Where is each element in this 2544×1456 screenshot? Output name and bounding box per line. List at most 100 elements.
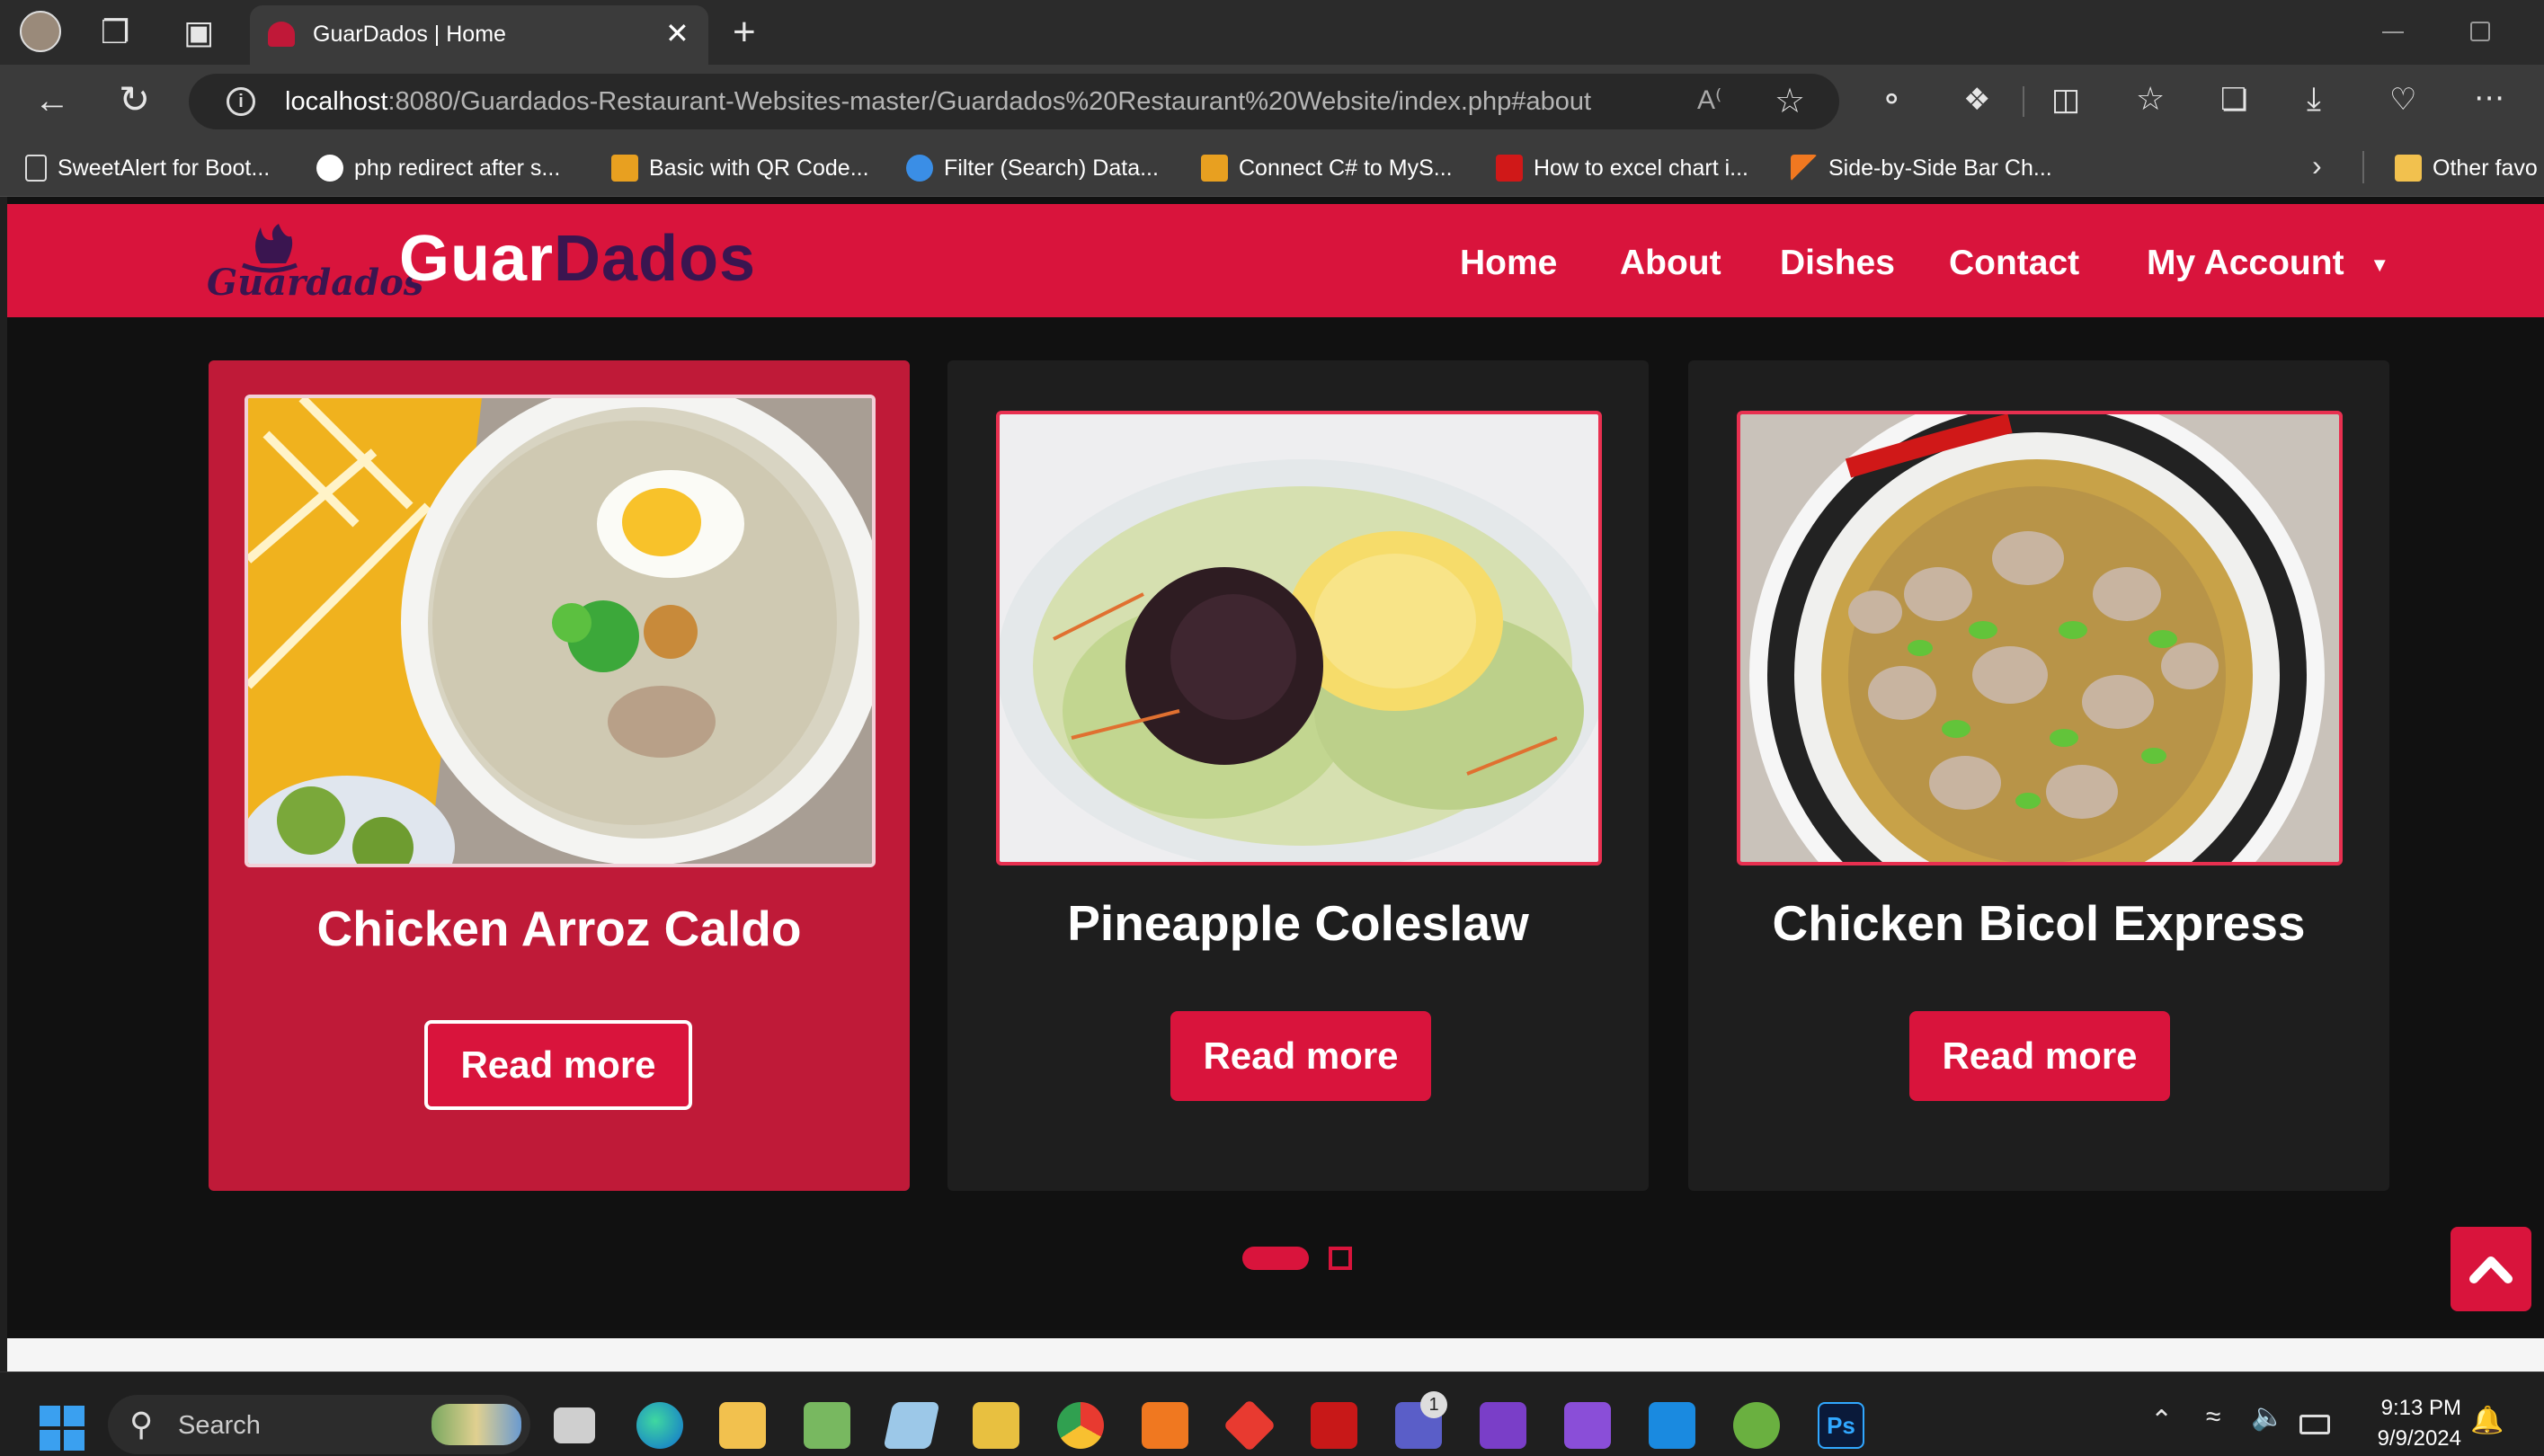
file-explorer-icon[interactable] (719, 1402, 766, 1449)
extensions-icon[interactable]: ❖ (1963, 84, 1990, 115)
new-tab-icon[interactable]: + (733, 13, 756, 52)
brand-name[interactable]: GuarDados (399, 222, 756, 296)
copilot-icon[interactable]: ⚬ (1879, 84, 1905, 115)
favorite-star-icon[interactable]: ☆ (1775, 81, 1805, 121)
browser-tab-bar: ❐ ▣ GuarDados | Home ✕ + (0, 0, 2544, 65)
bookmark-site-icon (1201, 155, 1228, 182)
read-more-button[interactable]: Read more (424, 1020, 692, 1110)
chevron-up-icon[interactable]: ⌃ (2150, 1407, 2173, 1434)
chrome-icon[interactable] (1057, 1402, 1104, 1449)
bookmark-item[interactable]: php redirect after s... (316, 153, 560, 183)
collections-icon[interactable]: ❏ (2220, 84, 2247, 115)
bookmark-item[interactable]: Connect C# to MyS... (1201, 153, 1453, 183)
carousel-dot[interactable] (1329, 1247, 1352, 1270)
other-favorites-folder[interactable]: Other favo (2395, 153, 2538, 183)
page-footer-strip (7, 1338, 2544, 1372)
photoshop-icon[interactable]: Ps (1818, 1402, 1864, 1449)
visual-studio-2-icon[interactable] (1564, 1402, 1611, 1449)
asp-icon (906, 155, 933, 182)
workspaces-icon[interactable]: ❐ (101, 16, 129, 49)
dish-card: Chicken Arroz Caldo Read more (209, 360, 910, 1191)
caret-down-icon: ▼ (2370, 253, 2390, 276)
dish-title: Pineapple Coleslaw (1067, 895, 1529, 951)
tab-title: GuarDados | Home (313, 22, 506, 47)
site-favicon-icon (268, 22, 295, 47)
carousel-dot-active[interactable] (1242, 1247, 1309, 1270)
bookmark-item[interactable]: Filter (Search) Data... (906, 153, 1159, 183)
bookmark-site-icon (611, 155, 638, 182)
teams-badge: 1 (1420, 1391, 1447, 1418)
restore-icon[interactable] (2470, 22, 2490, 41)
bookmark-item[interactable]: Side-by-Side Bar Ch... (1791, 153, 2052, 183)
back-icon[interactable]: ← (34, 83, 70, 119)
taskbar-search[interactable]: ⚲ Search (108, 1395, 530, 1454)
toolbar-divider (2023, 86, 2024, 117)
url-text: localhost:8080/Guardados-Restaurant-Webs… (285, 87, 1591, 117)
folder-icon (2395, 155, 2422, 182)
xampp-icon[interactable] (1142, 1402, 1188, 1449)
visual-studio-icon[interactable] (1480, 1402, 1526, 1449)
close-icon[interactable]: ✕ (665, 16, 689, 50)
more-icon[interactable]: ⋯ (2474, 83, 2504, 113)
search-icon: ⚲ (129, 1406, 154, 1443)
tab-guardados-home[interactable]: GuarDados | Home ✕ (250, 5, 708, 65)
bookmark-item[interactable]: How to excel chart i... (1496, 153, 1748, 183)
clock-date: 9/9/2024 (2377, 1426, 2461, 1451)
dish-title: Chicken Arroz Caldo (316, 901, 802, 956)
chevron-up-icon (2469, 1256, 2513, 1283)
task-view-icon[interactable] (554, 1407, 595, 1443)
download-icon[interactable]: ⤓ (2307, 83, 2321, 115)
bookmarks-divider (2362, 151, 2364, 183)
bookmark-item[interactable]: Basic with QR Code... (611, 153, 869, 183)
volume-icon[interactable]: 🔈 (2251, 1404, 2284, 1431)
profile-avatar-icon[interactable] (20, 11, 61, 52)
nav-dishes[interactable]: Dishes (1780, 244, 1895, 283)
tab-actions-icon[interactable]: ▣ (183, 16, 214, 49)
search-label: Search (178, 1411, 261, 1440)
bell-icon[interactable]: 🔔 (2470, 1407, 2504, 1434)
bookmark-item[interactable]: SweetAlert for Boot... (25, 153, 270, 183)
chevron-right-icon[interactable]: › (2312, 151, 2322, 180)
clock[interactable]: 9:13 PM 9/9/2024 (2353, 1393, 2461, 1454)
site-logo[interactable]: Guardados (207, 220, 423, 310)
refresh-icon[interactable]: ↻ (119, 81, 150, 119)
favorites-icon[interactable]: ☆ (2136, 83, 2165, 115)
dish-card: Pineapple Coleslaw Read more (947, 360, 1649, 1191)
nav-contact[interactable]: Contact (1949, 244, 2079, 283)
notepad-icon[interactable] (804, 1402, 850, 1449)
windows-start-icon[interactable] (40, 1406, 85, 1451)
app-icon[interactable] (1733, 1402, 1780, 1449)
dish-title: Chicken Bicol Express (1772, 895, 2306, 951)
dish-image-chicken-bicol-express (1737, 411, 2343, 866)
nav-home[interactable]: Home (1460, 244, 1557, 283)
dish-image-pineapple-coleslaw (996, 411, 1602, 866)
battery-icon[interactable] (2299, 1415, 2330, 1434)
wifi-icon[interactable]: ≈ (2206, 1404, 2220, 1431)
nav-my-account[interactable]: My Account ▼ (2147, 244, 2389, 283)
page-viewport: Guardados GuarDados Home About Dishes Co… (7, 197, 2544, 1372)
app-icon[interactable] (883, 1402, 940, 1449)
read-aloud-icon[interactable]: A⁽ (1697, 84, 1721, 116)
logo-script-text: Guardados (207, 262, 424, 304)
read-more-button[interactable]: Read more (1170, 1011, 1431, 1101)
clock-time: 9:13 PM (2380, 1396, 2461, 1420)
page-icon (25, 155, 47, 182)
site-navbar: Guardados GuarDados Home About Dishes Co… (7, 204, 2544, 317)
teams-icon[interactable]: 1 (1395, 1391, 1447, 1449)
url-host: localhost (285, 87, 388, 116)
minimize-icon[interactable] (2382, 31, 2404, 33)
scroll-to-top-button[interactable] (2451, 1227, 2531, 1311)
search-highlight-icon (431, 1404, 521, 1445)
browser-essentials-icon[interactable]: ♡ (2389, 84, 2416, 115)
snipping-tool-icon[interactable] (973, 1402, 1019, 1449)
info-icon[interactable]: i (227, 87, 255, 116)
nav-about[interactable]: About (1620, 244, 1721, 283)
read-more-button[interactable]: Read more (1909, 1011, 2170, 1101)
url-path: :8080/Guardados-Restaurant-Websites-mast… (387, 87, 1592, 116)
filezilla-icon[interactable] (1311, 1402, 1357, 1449)
bookmark-n-icon (1496, 155, 1523, 182)
address-bar[interactable]: i localhost:8080/Guardados-Restaurant-We… (189, 74, 1839, 129)
split-screen-icon[interactable]: ◫ (2051, 84, 2080, 115)
vscode-icon[interactable] (1649, 1402, 1695, 1449)
edge-icon[interactable] (636, 1402, 683, 1449)
